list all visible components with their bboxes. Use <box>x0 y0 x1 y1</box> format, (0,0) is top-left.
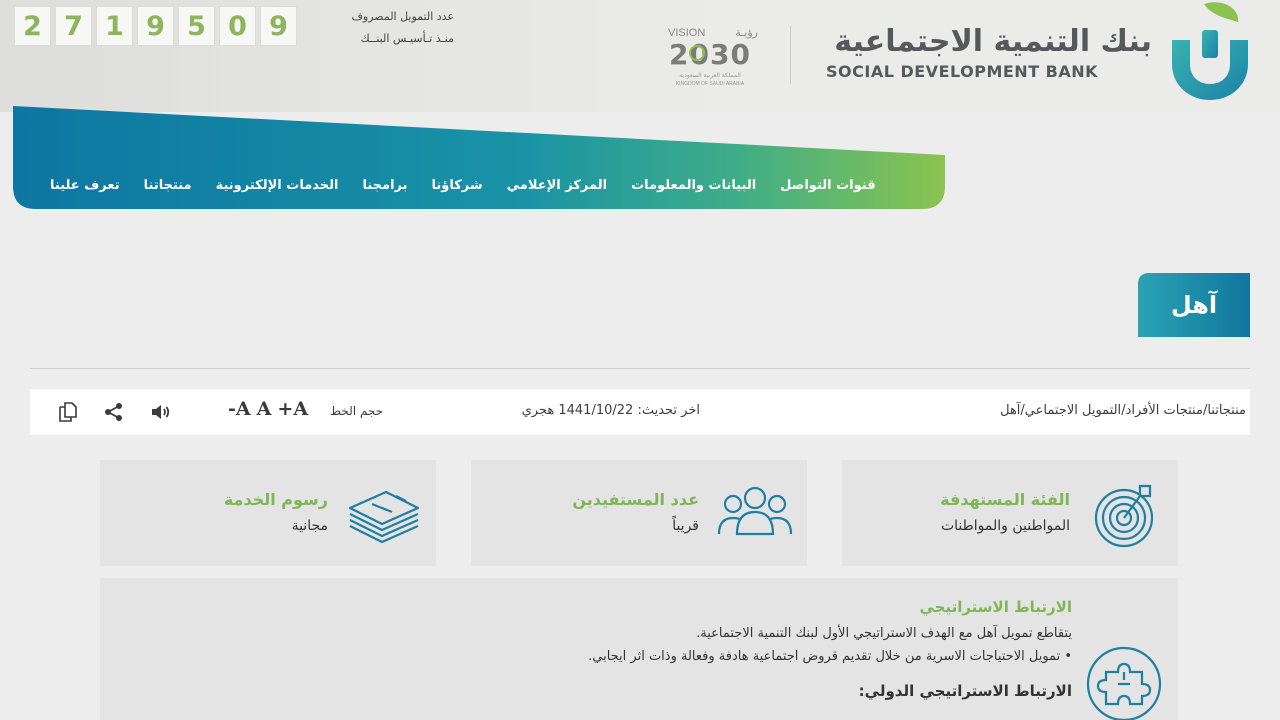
page-title: آهل <box>1170 291 1218 319</box>
card-value: المواطنين والمواطنات <box>940 518 1070 534</box>
breadcrumb-item-products[interactable]: منتجاتنا <box>1207 403 1246 418</box>
target-icon <box>1094 484 1154 548</box>
card-value: مجانية <box>291 518 328 534</box>
nav-item-programs[interactable]: برامجنا <box>362 178 407 193</box>
strategic-section: الارتباط الاستراتيجي يتقاطع تمويل آهل مع… <box>100 578 1178 720</box>
users-group-icon <box>717 486 793 536</box>
last-updated: اخر تحديث: 1441/10/22 هجري <box>480 403 700 418</box>
nav-item-about[interactable]: تعرف علينا <box>50 178 120 193</box>
strategic-line: • تمويل الاحتياجات الاسرية من خلال تقديم… <box>588 649 1072 664</box>
card-beneficiaries: عدد المستفيدين قريباً <box>471 460 807 566</box>
font-size-label: حجم الخط <box>330 404 384 418</box>
breadcrumb: منتجاتنا/منتجات الأفراد/التمويل الاجتماع… <box>1000 403 1246 418</box>
last-updated-label: اخر تحديث: <box>637 403 700 418</box>
nav-item-e-services[interactable]: الخدمات الإلكترونية <box>216 178 339 193</box>
card-title: الفئة المستهدفة <box>940 490 1070 509</box>
font-increase-button[interactable]: A+ <box>277 398 308 420</box>
strategic-text: الارتباط الاستراتيجي يتقاطع تمويل آهل مع… <box>372 598 1072 700</box>
strategic-heading: الارتباط الاستراتيجي <box>919 598 1072 616</box>
copy-icon[interactable] <box>56 400 80 424</box>
card-title: عدد المستفيدين <box>572 490 699 509</box>
card-target-group: الفئة المستهدفة المواطنين والمواطنات <box>842 460 1178 566</box>
nav-item-media-center[interactable]: المركز الإعلامي <box>507 178 607 193</box>
strategic-international-heading: الارتباط الاستراتيجي الدولي: <box>858 682 1072 700</box>
last-updated-value: 1441/10/22 هجري <box>521 403 634 418</box>
puzzle-icon <box>1086 646 1162 720</box>
nav-item-contact-channels[interactable]: قنوات التواصل <box>780 178 875 193</box>
nav-item-partners[interactable]: شركاؤنا <box>432 178 483 193</box>
breadcrumb-item-current: آهل <box>1000 403 1021 418</box>
card-value: قريباً <box>672 518 699 534</box>
card-title: رسوم الخدمة <box>223 490 328 509</box>
money-stack-icon <box>348 490 420 544</box>
font-size-controls: A- A A+ <box>228 398 308 420</box>
breadcrumb-item-social-finance[interactable]: التمويل الاجتماعي <box>1025 403 1121 418</box>
font-decrease-button[interactable]: A- <box>228 398 251 420</box>
nav-item-products[interactable]: منتجاتنا <box>144 178 192 193</box>
strategic-line: يتقاطع تمويل آهل مع الهدف الاستراتيجي ال… <box>696 626 1072 641</box>
page-toolbar: منتجاتنا/منتجات الأفراد/التمويل الاجتماع… <box>30 389 1250 435</box>
page-title-box: آهل <box>1138 273 1250 337</box>
font-normal-button[interactable]: A <box>257 398 272 420</box>
breadcrumb-item-individual-products[interactable]: منتجات الأفراد <box>1126 403 1203 418</box>
divider <box>30 368 1250 369</box>
card-service-fees: رسوم الخدمة مجانية <box>100 460 436 566</box>
main-nav: تعرف علينا منتجاتنا الخدمات الإلكترونية … <box>50 171 930 199</box>
nav-item-data-info[interactable]: البيانات والمعلومات <box>631 178 756 193</box>
speaker-icon[interactable] <box>148 400 172 424</box>
share-icon[interactable] <box>102 400 126 424</box>
